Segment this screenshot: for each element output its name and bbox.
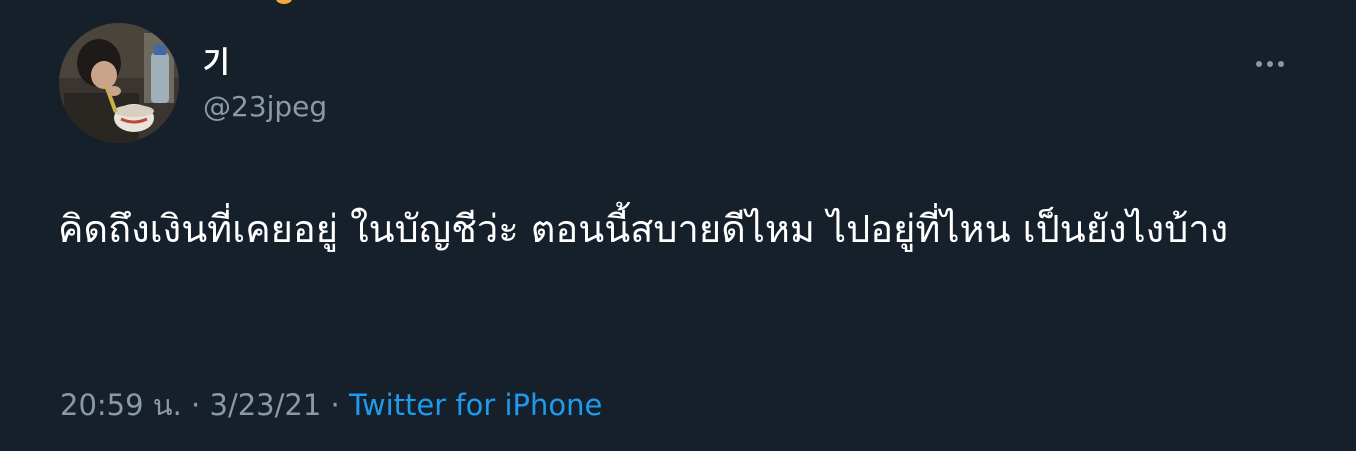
user-handle[interactable]: @23jpeg: [203, 86, 327, 128]
display-name[interactable]: 기: [203, 40, 230, 84]
avatar-photo: [59, 23, 179, 143]
avatar[interactable]: [59, 23, 179, 143]
top-partial-emoji: [276, 0, 292, 4]
tweet-metadata: 20:59 น. · 3/23/21 · Twitter for iPhone: [60, 383, 602, 427]
tweet-time[interactable]: 20:59 น.: [60, 388, 182, 422]
meta-separator: ·: [321, 388, 349, 422]
more-options-button[interactable]: [1252, 48, 1288, 80]
more-horizontal-icon: [1256, 61, 1284, 67]
tweet-date[interactable]: 3/23/21: [210, 388, 322, 422]
tweet-text: คิดถึงเงินที่เคยอยู่ ในบัญชีว่ะ ตอนนี้สบ…: [58, 207, 1229, 251]
meta-separator: ·: [181, 388, 210, 422]
tweet-source-link[interactable]: Twitter for iPhone: [349, 388, 602, 422]
